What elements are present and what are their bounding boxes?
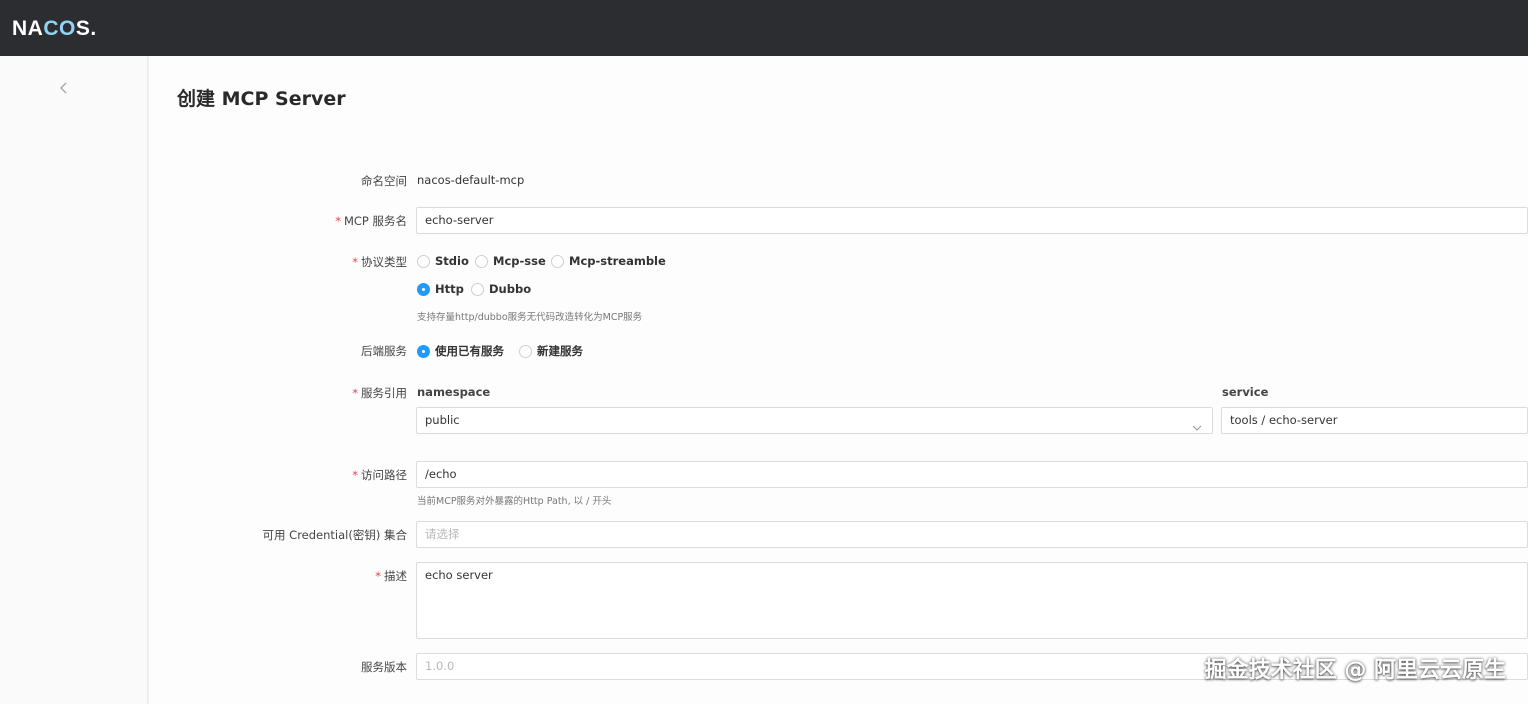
radio-mcp-streamble[interactable]: Mcp-streamble <box>551 254 666 268</box>
service-select[interactable]: tools / echo-server <box>1221 407 1528 434</box>
credential-label-text: 可用 Credential(密钥) 集合 <box>262 528 407 542</box>
server-name-label: * MCP 服务名 <box>149 213 407 229</box>
radio-stdio[interactable]: Stdio <box>417 254 469 268</box>
namespace-select-value: public <box>425 413 460 427</box>
server-name-input[interactable]: echo-server <box>416 207 1528 234</box>
radio-label: 新建服务 <box>537 344 583 358</box>
path-label-text: 访问路径 <box>361 468 407 482</box>
radio-circle <box>471 282 484 296</box>
nacos-logo[interactable]: NACOS. <box>12 17 97 41</box>
required-mark: * <box>352 255 358 269</box>
version-label-text: 服务版本 <box>361 660 407 674</box>
chevron-down-icon <box>1192 416 1202 431</box>
sidebar <box>0 56 148 704</box>
top-navbar: NACOS. <box>0 0 1528 56</box>
namespace-sublabel: namespace <box>417 385 491 399</box>
version-label: 服务版本 <box>149 659 407 675</box>
logo-text-part-1: NA <box>12 17 44 40</box>
required-mark: * <box>352 386 358 400</box>
radio-label: Mcp-streamble <box>569 254 666 268</box>
protocol-hint: 支持存量http/dubbo服务无代码改造转化为MCP服务 <box>417 312 643 323</box>
backend-label: 后端服务 <box>149 343 407 359</box>
server-name-label-text: MCP 服务名 <box>343 214 407 228</box>
radio-mcp-sse[interactable]: Mcp-sse <box>475 254 546 268</box>
namespace-label-text: 命名空间 <box>361 174 407 188</box>
logo-text-part-2: CO <box>43 17 76 40</box>
radio-circle-checked <box>417 344 430 358</box>
radio-label: Dubbo <box>489 282 532 296</box>
radio-circle <box>519 344 532 358</box>
description-label: * 描述 <box>149 568 407 584</box>
radio-circle <box>551 254 564 268</box>
path-hint: 当前MCP服务对外暴露的Http Path, 以 / 开头 <box>417 496 612 507</box>
required-mark: * <box>375 569 381 583</box>
page-title: 创建 MCP Server <box>177 88 346 110</box>
radio-http[interactable]: Http <box>417 282 464 296</box>
radio-label: Stdio <box>435 254 469 268</box>
service-ref-label-text: 服务引用 <box>361 386 407 400</box>
required-mark: * <box>352 468 358 482</box>
protocol-label: * 协议类型 <box>149 254 407 270</box>
required-mark: * <box>335 214 341 228</box>
description-label-text: 描述 <box>384 569 407 583</box>
radio-new-service[interactable]: 新建服务 <box>519 343 583 359</box>
path-label: * 访问路径 <box>149 467 407 483</box>
description-textarea[interactable]: echo server <box>416 562 1528 639</box>
radio-label: Mcp-sse <box>493 254 546 268</box>
path-input[interactable]: /echo <box>416 461 1528 488</box>
radio-use-existing-service[interactable]: 使用已有服务 <box>417 343 504 359</box>
radio-label: 使用已有服务 <box>435 344 504 358</box>
namespace-label: 命名空间 <box>149 173 407 189</box>
service-sublabel: service <box>1222 385 1269 399</box>
service-ref-label: * 服务引用 <box>149 385 407 401</box>
radio-circle-checked <box>417 282 430 296</box>
chevron-left-icon[interactable] <box>56 78 72 98</box>
logo-text-part-3: S. <box>75 17 97 40</box>
main-content: 创建 MCP Server 命名空间 nacos-default-mcp * MC… <box>149 56 1528 704</box>
credential-label: 可用 Credential(密钥) 集合 <box>149 527 407 543</box>
credential-select[interactable]: 请选择 <box>416 521 1528 548</box>
service-select-value: tools / echo-server <box>1230 413 1338 427</box>
watermark-text: 掘金技术社区 @ 阿里云云原生 <box>1204 658 1506 683</box>
namespace-select[interactable]: public <box>416 407 1213 434</box>
namespace-value: nacos-default-mcp <box>417 173 525 187</box>
radio-circle <box>475 254 488 268</box>
protocol-label-text: 协议类型 <box>361 255 407 269</box>
radio-label: Http <box>435 282 464 296</box>
backend-label-text: 后端服务 <box>361 344 407 358</box>
radio-circle <box>417 254 430 268</box>
radio-dubbo[interactable]: Dubbo <box>471 282 531 296</box>
